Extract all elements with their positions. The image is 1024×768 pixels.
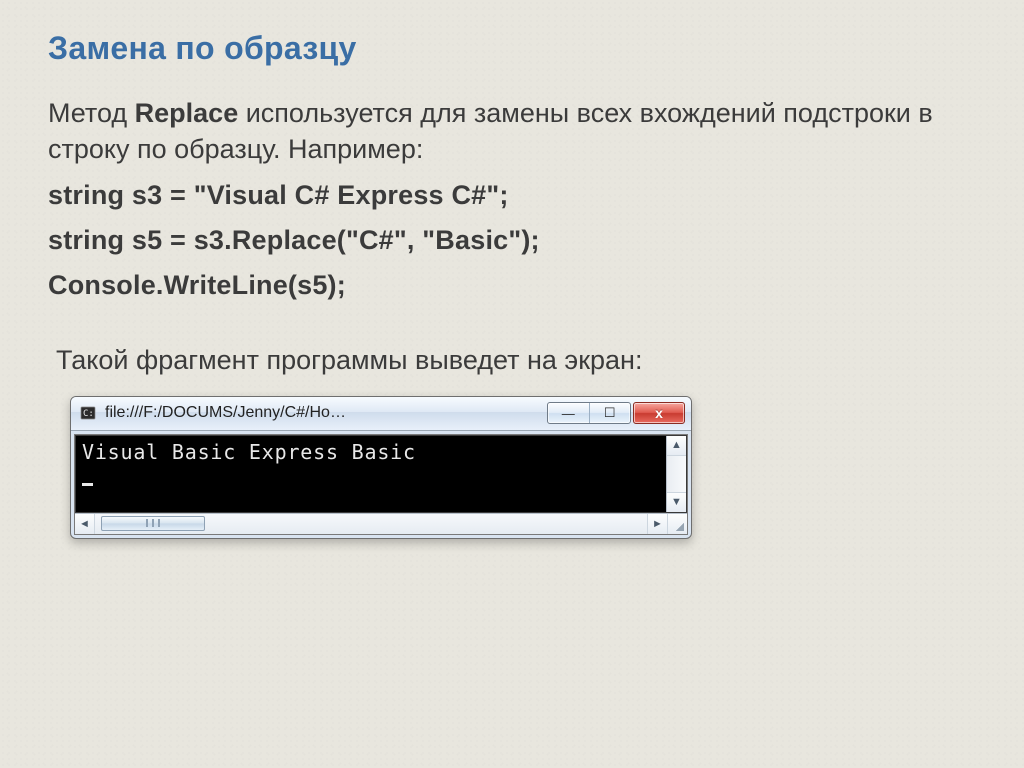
scroll-down-arrow-icon[interactable]: ▼ — [667, 492, 686, 512]
close-button[interactable]: x — [633, 402, 685, 424]
code-line-3: Console.WriteLine(s5); — [48, 270, 976, 301]
scroll-left-arrow-icon[interactable]: ◄ — [75, 514, 95, 534]
console-icon: C: — [79, 404, 97, 422]
horizontal-scrollbar[interactable]: ◄ ► — [75, 513, 687, 534]
console-output-line: Visual Basic Express Basic — [82, 440, 416, 464]
resize-grip-icon[interactable] — [667, 514, 687, 534]
intro-method-name: Replace — [135, 98, 239, 128]
svg-text:C:: C: — [83, 409, 94, 419]
scroll-up-arrow-icon[interactable]: ▲ — [667, 436, 686, 456]
code-line-1: string s3 = "Visual C# Express C#"; — [48, 180, 976, 211]
lead-text: Такой фрагмент программы выведет на экра… — [56, 345, 976, 376]
maximize-button[interactable]: ☐ — [590, 403, 631, 423]
console-client-area: Visual Basic Express Basic ▲ ▼ ◄ ► — [74, 434, 688, 535]
window-titlebar[interactable]: C: file:///F:/DOCUMS/Jenny/C#/Ho… — ☐ x — [71, 397, 691, 431]
minimize-maximize-group[interactable]: — ☐ — [547, 402, 631, 424]
console-cursor — [82, 483, 93, 486]
window-title-text: file:///F:/DOCUMS/Jenny/C#/Ho… — [105, 404, 346, 422]
scroll-grip-icon — [146, 519, 160, 527]
slide-title: Замена по образцу — [48, 30, 976, 67]
intro-paragraph: Метод Replace используется для замены вс… — [48, 95, 976, 168]
code-line-2: string s5 = s3.Replace("C#", "Basic"); — [48, 225, 976, 256]
horizontal-scroll-track[interactable] — [95, 514, 647, 534]
minimize-button[interactable]: — — [548, 403, 590, 423]
intro-prefix: Метод — [48, 98, 135, 128]
console-window: C: file:///F:/DOCUMS/Jenny/C#/Ho… — ☐ x … — [70, 396, 692, 539]
console-output: Visual Basic Express Basic — [75, 435, 687, 513]
vertical-scroll-track[interactable] — [667, 456, 686, 492]
scroll-right-arrow-icon[interactable]: ► — [647, 514, 667, 534]
vertical-scrollbar[interactable]: ▲ ▼ — [666, 436, 686, 512]
horizontal-scroll-thumb[interactable] — [101, 516, 205, 531]
